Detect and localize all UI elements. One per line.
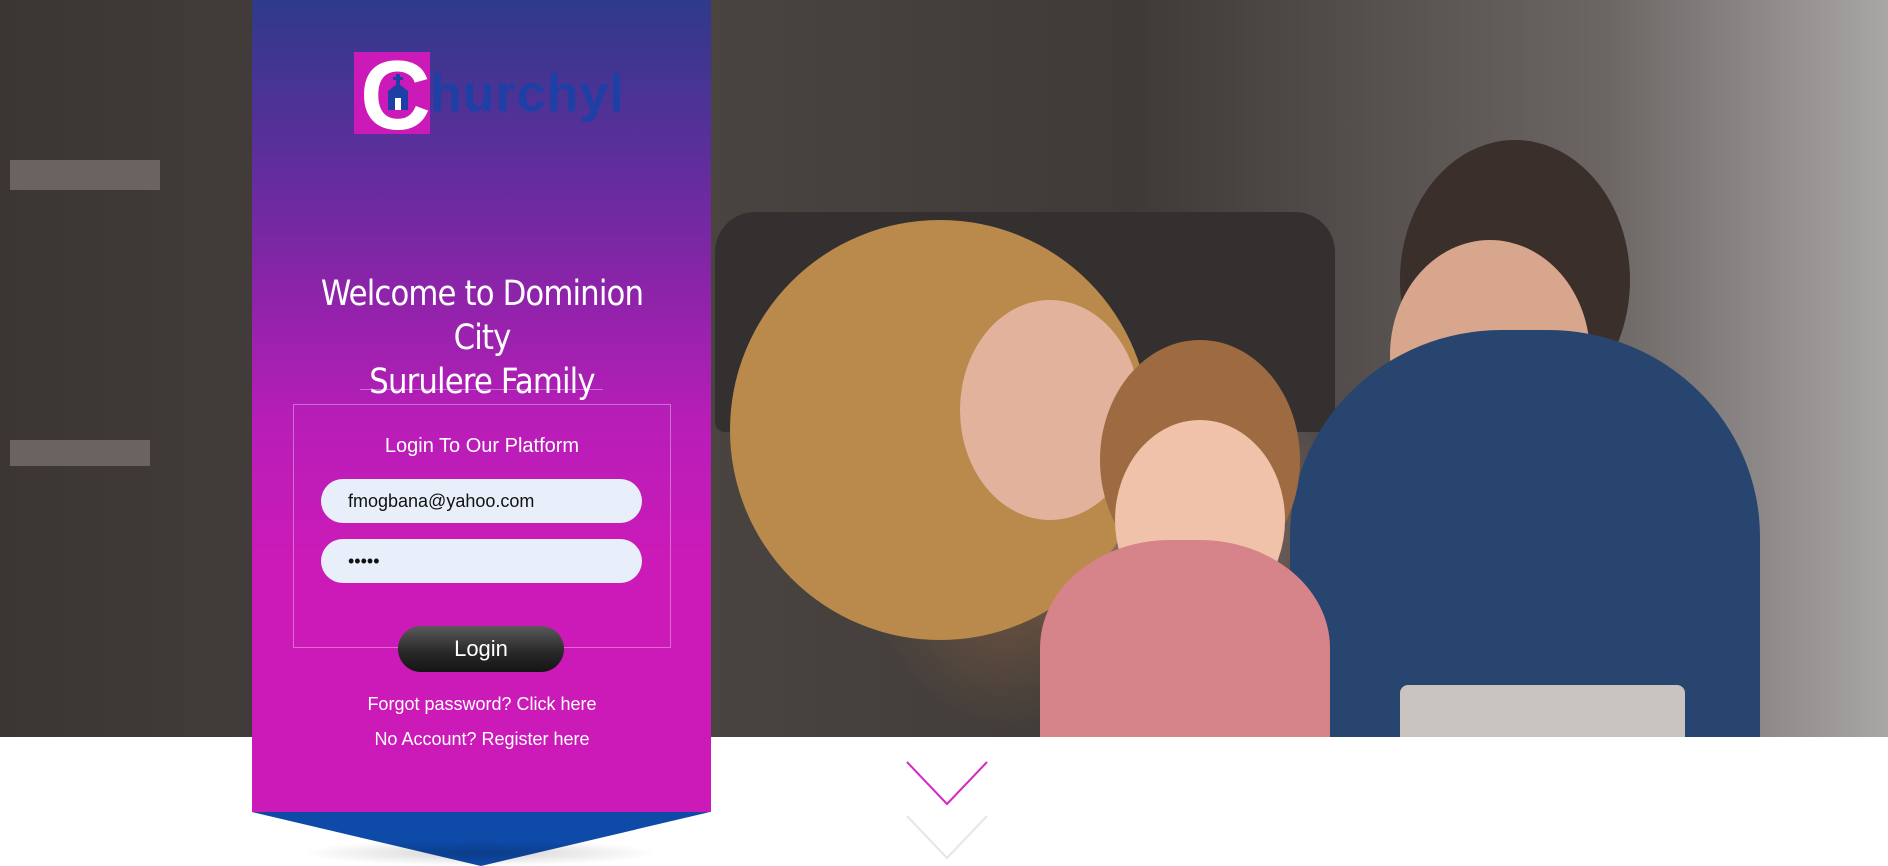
welcome-heading: Welcome to Dominion City Surulere Family	[306, 272, 658, 404]
email-field[interactable]	[321, 479, 642, 523]
login-button[interactable]: Login	[398, 626, 564, 672]
logo-wordmark: hurchyl	[430, 65, 625, 123]
tablet	[1400, 685, 1685, 737]
panel-shadow	[300, 840, 660, 866]
chevron-down-icon[interactable]	[905, 760, 989, 810]
password-field[interactable]	[321, 539, 642, 583]
welcome-line-1: Welcome to Dominion City	[320, 274, 644, 358]
church-icon	[387, 74, 409, 110]
register-link[interactable]: No Account? Register here	[293, 729, 671, 750]
welcome-line-2: Surulere Family	[369, 362, 595, 402]
wall-shelf	[10, 160, 160, 190]
divider	[360, 389, 603, 390]
chevron-down-icon	[906, 815, 988, 860]
forgot-password-link[interactable]: Forgot password? Click here	[293, 694, 671, 715]
wall-shelf	[10, 440, 150, 466]
logo[interactable]: C hurchyl	[354, 46, 624, 144]
girl-shirt	[1040, 540, 1330, 737]
login-heading: Login To Our Platform	[384, 435, 580, 457]
man-shirt	[1290, 330, 1760, 737]
